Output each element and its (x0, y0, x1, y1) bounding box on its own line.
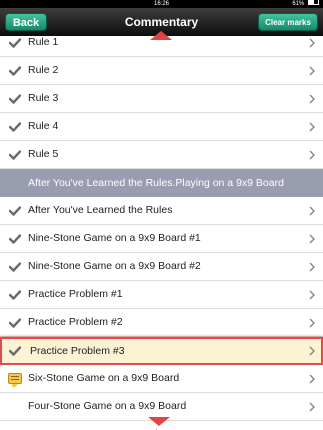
battery-icon (308, 0, 319, 6)
scroll-up-arrow-icon[interactable] (150, 31, 172, 40)
list-item-label: Practice Problem #2 (28, 316, 123, 328)
chevron-right-icon (309, 206, 315, 216)
battery-percent: 61% (292, 1, 305, 7)
list-item[interactable]: Practice Problem #1 (0, 281, 323, 309)
list-item[interactable]: Practice Problem #2 (0, 309, 323, 337)
back-button[interactable]: Back (5, 13, 47, 31)
list-item[interactable]: Rule 4 (0, 113, 323, 141)
check-icon (9, 234, 21, 244)
scroll-down-arrow-icon[interactable] (148, 417, 170, 426)
chevron-right-icon (309, 38, 315, 48)
status-bar: 16:26 61% (0, 0, 323, 8)
list-item-label: Rule 3 (28, 92, 59, 104)
list-item-label: Rule 1 (28, 36, 59, 48)
list-item[interactable]: Rule 5 (0, 141, 323, 169)
battery-indicator: 61% (292, 0, 319, 8)
list-item-label: Nine-Stone Game on a 9x9 Board #2 (28, 260, 201, 272)
section-header-label: After You've Learned the Rules.Playing o… (28, 177, 284, 189)
check-icon (9, 290, 21, 300)
chevron-right-icon (309, 122, 315, 132)
check-icon (9, 38, 21, 48)
list-item-label: Practice Problem #1 (28, 288, 123, 300)
list-item[interactable]: Rule 2 (0, 57, 323, 85)
check-icon (9, 94, 21, 104)
check-icon (9, 262, 21, 272)
chevron-right-icon (309, 94, 315, 104)
chevron-right-icon (309, 290, 315, 300)
section-header: After You've Learned the Rules.Playing o… (0, 169, 323, 198)
list-item-label: Nine-Stone Game on a 9x9 Board #1 (28, 232, 201, 244)
chevron-right-icon (309, 262, 315, 272)
list-item-label: Rule 5 (28, 148, 59, 160)
list-item[interactable]: Practice Problem #3 (0, 337, 323, 365)
chevron-right-icon (309, 66, 315, 76)
check-icon (9, 150, 21, 160)
list-item-label: Four-Stone Game on a 9x9 Board (28, 400, 187, 412)
check-icon (9, 206, 21, 216)
chevron-right-icon (309, 402, 315, 412)
check-icon (9, 66, 21, 76)
status-time: 16:26 (153, 1, 169, 7)
list-item-label: Rule 2 (28, 64, 59, 76)
chevron-right-icon (309, 346, 315, 356)
list-item-label: After You've Learned the Rules (28, 204, 173, 216)
chevron-right-icon (309, 234, 315, 244)
chevron-right-icon (309, 374, 315, 384)
list-item-label: Rule 4 (28, 120, 59, 132)
comment-icon (8, 373, 22, 387)
list-item[interactable]: Nine-Stone Game on a 9x9 Board #1 (0, 225, 323, 253)
commentary-list[interactable]: Rule 1 Rule 2 Rule 3 Rule 4 Rule 5 After You'… (0, 36, 323, 430)
list-item[interactable]: Rule 3 (0, 85, 323, 113)
list-item-label: Six-Stone Game on a 9x9 Board (28, 372, 180, 384)
check-icon (9, 122, 21, 132)
check-icon (9, 346, 21, 356)
list-item[interactable]: Nine-Stone Game on a 9x9 Board #2 (0, 253, 323, 281)
clear-marks-button[interactable]: Clear marks (258, 13, 318, 31)
list-item[interactable]: After You've Learned the Rules (0, 197, 323, 225)
chevron-right-icon (309, 150, 315, 160)
list-item[interactable]: Six-Stone Game on a 9x9 Board (0, 365, 323, 393)
list-item-label: Practice Problem #3 (30, 345, 125, 357)
chevron-right-icon (309, 318, 315, 328)
check-icon (9, 318, 21, 328)
